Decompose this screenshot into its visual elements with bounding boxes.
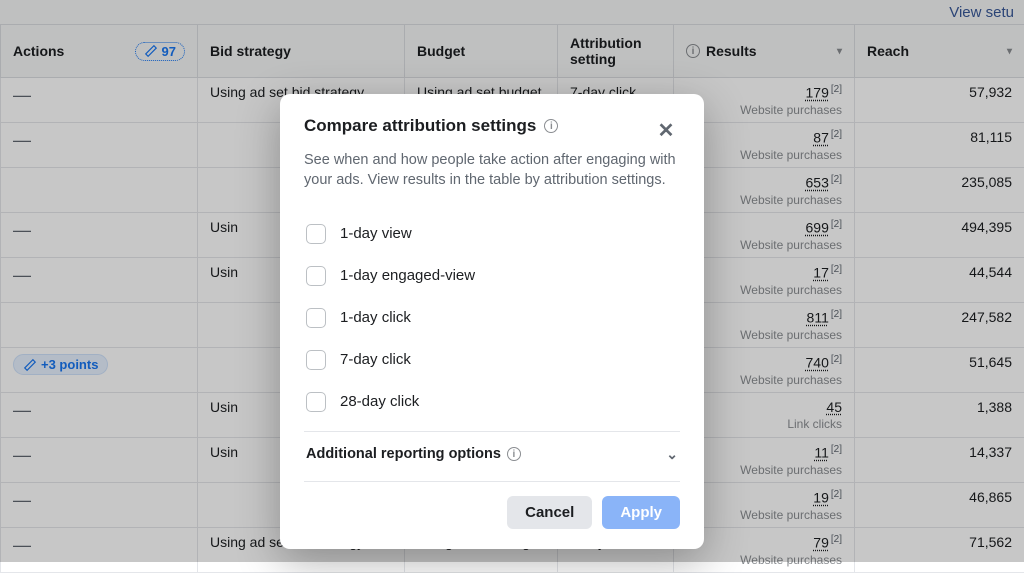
attribution-option-label: 1-day click bbox=[340, 309, 411, 326]
view-setup-link[interactable]: View setu bbox=[949, 4, 1014, 21]
cell-reach: 44,544 bbox=[855, 258, 1024, 303]
col-actions[interactable]: Actions 97 bbox=[1, 25, 198, 78]
cell-actions: — bbox=[1, 78, 198, 123]
close-icon[interactable]: ✕ bbox=[652, 116, 680, 144]
cancel-button[interactable]: Cancel bbox=[507, 496, 592, 529]
attribution-option[interactable]: 7-day click bbox=[304, 339, 680, 381]
apply-button[interactable]: Apply bbox=[602, 496, 680, 529]
modal-description: See when and how people take action afte… bbox=[304, 150, 680, 191]
attribution-option[interactable]: 1-day engaged-view bbox=[304, 255, 680, 297]
divider bbox=[304, 481, 680, 482]
cell-reach: 57,932 bbox=[855, 78, 1024, 123]
sort-caret-icon[interactable]: ▾ bbox=[837, 46, 842, 57]
modal-title: Compare attribution settings bbox=[304, 116, 536, 136]
cell-reach: 494,395 bbox=[855, 213, 1024, 258]
sort-caret-icon[interactable]: ▾ bbox=[1007, 46, 1012, 57]
cell-actions: +3 points bbox=[1, 348, 198, 393]
cell-reach: 51,645 bbox=[855, 348, 1024, 393]
col-reach[interactable]: Reach ▾ bbox=[855, 25, 1024, 78]
chevron-down-icon: ⌄ bbox=[666, 446, 678, 463]
col-results[interactable]: i Results ▾ bbox=[674, 25, 855, 78]
attribution-option-label: 28-day click bbox=[340, 393, 419, 410]
info-icon: i bbox=[686, 44, 700, 58]
cell-actions: — bbox=[1, 393, 198, 438]
attribution-option-label: 1-day engaged-view bbox=[340, 267, 475, 284]
additional-reporting-toggle[interactable]: Additional reporting options i ⌄ bbox=[304, 432, 680, 473]
cell-reach: 46,865 bbox=[855, 483, 1024, 528]
actions-count-pill[interactable]: 97 bbox=[135, 42, 185, 61]
compare-attribution-modal: Compare attribution settings i ✕ See whe… bbox=[280, 94, 704, 549]
cell-reach: 1,388 bbox=[855, 393, 1024, 438]
info-icon[interactable]: i bbox=[544, 119, 558, 133]
edit-icon bbox=[144, 44, 158, 58]
cell-actions: — bbox=[1, 258, 198, 303]
cell-actions: — bbox=[1, 123, 198, 168]
cell-actions: — bbox=[1, 483, 198, 528]
attribution-option[interactable]: 1-day click bbox=[304, 297, 680, 339]
cell-actions: — bbox=[1, 213, 198, 258]
cell-actions: — bbox=[1, 438, 198, 483]
col-actions-label: Actions bbox=[13, 43, 64, 59]
checkbox[interactable] bbox=[306, 224, 326, 244]
cell-reach: 247,582 bbox=[855, 303, 1024, 348]
cell-reach: 235,085 bbox=[855, 168, 1024, 213]
cell-reach: 71,562 bbox=[855, 528, 1024, 573]
actions-count-value: 97 bbox=[162, 44, 176, 59]
attribution-option[interactable]: 1-day view bbox=[304, 213, 680, 255]
cell-actions bbox=[1, 168, 198, 213]
checkbox[interactable] bbox=[306, 350, 326, 370]
cell-reach: 81,115 bbox=[855, 123, 1024, 168]
attribution-option[interactable]: 28-day click bbox=[304, 381, 680, 423]
col-budget[interactable]: Budget bbox=[405, 25, 558, 78]
additional-reporting-label: Additional reporting options bbox=[306, 446, 501, 462]
cell-actions: — bbox=[1, 528, 198, 573]
attribution-option-label: 1-day view bbox=[340, 225, 412, 242]
edit-icon bbox=[23, 358, 37, 372]
checkbox[interactable] bbox=[306, 392, 326, 412]
cell-reach: 14,337 bbox=[855, 438, 1024, 483]
checkbox[interactable] bbox=[306, 308, 326, 328]
checkbox[interactable] bbox=[306, 266, 326, 286]
cell-actions bbox=[1, 303, 198, 348]
col-attribution[interactable]: Attribution setting bbox=[558, 25, 674, 78]
info-icon[interactable]: i bbox=[507, 447, 521, 461]
edit-points-pill[interactable]: +3 points bbox=[13, 354, 108, 375]
col-bid[interactable]: Bid strategy bbox=[198, 25, 405, 78]
attribution-option-label: 7-day click bbox=[340, 351, 411, 368]
